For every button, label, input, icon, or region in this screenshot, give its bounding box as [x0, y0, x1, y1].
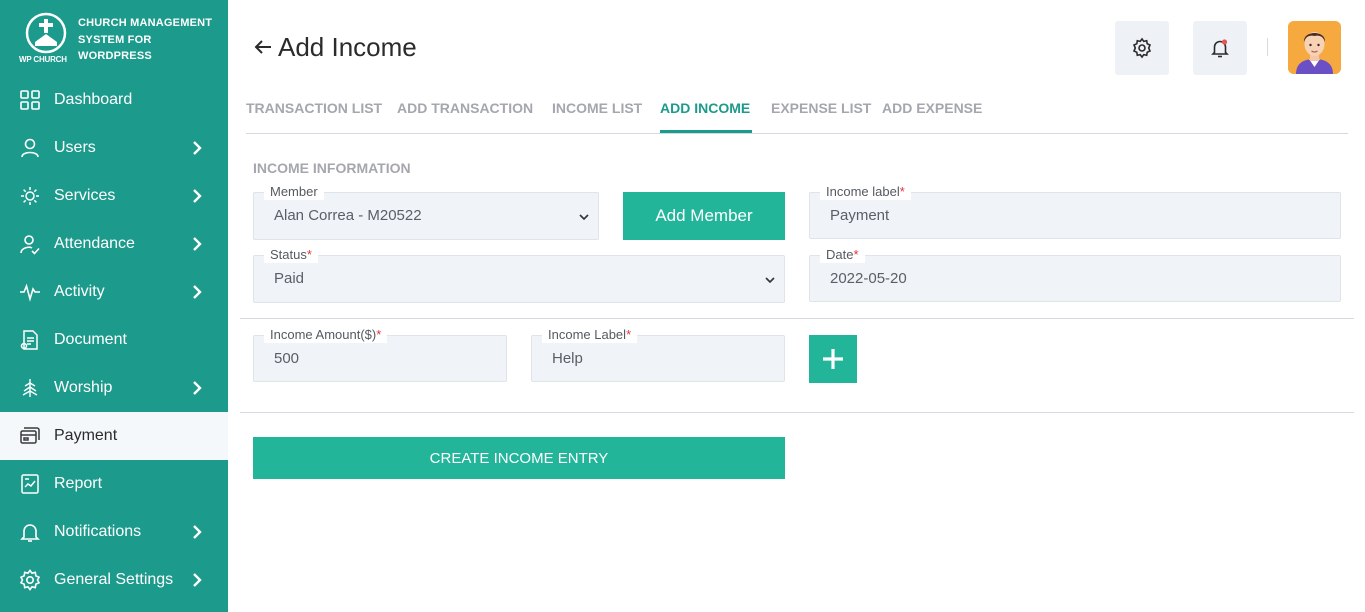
sidebar-item-users[interactable]: Users — [0, 124, 228, 172]
bell-icon — [1211, 39, 1229, 58]
date-value: 2022-05-20 — [830, 270, 907, 287]
tab-income-list[interactable]: INCOME LIST — [552, 100, 642, 116]
sidebar-item-report[interactable]: Report — [0, 460, 228, 508]
activity-icon — [19, 281, 41, 303]
bell-icon — [19, 521, 41, 543]
tab-add-expense[interactable]: ADD EXPENSE — [882, 100, 982, 116]
member-select[interactable]: Member Alan Correa - M20522 — [253, 184, 599, 240]
date-label: Date* — [820, 247, 865, 263]
create-income-entry-button[interactable]: CREATE INCOME ENTRY — [253, 437, 785, 479]
divider — [240, 318, 1354, 319]
chevron-right-icon — [189, 284, 205, 300]
chevron-right-icon — [189, 380, 205, 396]
sidebar-item-label: Services — [54, 187, 116, 204]
sidebar-item-label: Dashboard — [54, 91, 133, 108]
sidebar-item-label: Document — [54, 331, 127, 348]
chevron-right-icon — [189, 140, 205, 156]
date-field[interactable]: Date* 2022-05-20 — [809, 247, 1341, 302]
sidebar-item-label: Notifications — [54, 523, 142, 540]
worship-icon — [19, 377, 41, 399]
add-row-button[interactable] — [809, 335, 857, 383]
brand-logo-text: WP CHURCH — [19, 55, 67, 64]
user-icon — [19, 137, 41, 159]
app-root: WP CHURCH CHURCH MANAGEMENT SYSTEM FOR W… — [0, 0, 1365, 612]
settings-button[interactable] — [1115, 21, 1169, 75]
sidebar-item-label: Worship — [54, 379, 113, 396]
sidebar-item-general-settings[interactable]: General Settings — [0, 556, 228, 604]
member-label: Member — [264, 184, 324, 200]
tab-add-transaction[interactable]: ADD TRANSACTION — [397, 100, 533, 116]
sidebar-item-payment[interactable]: Payment — [0, 412, 228, 460]
services-icon — [19, 185, 41, 207]
chevron-right-icon — [189, 236, 205, 252]
income-item-label-value: Help — [552, 350, 583, 367]
chevron-right-icon — [189, 188, 205, 204]
user-avatar-icon — [1288, 21, 1341, 74]
sidebar: WP CHURCH CHURCH MANAGEMENT SYSTEM FOR W… — [0, 0, 228, 612]
active-tab-indicator — [660, 130, 752, 133]
sidebar-item-label: General Settings — [54, 571, 174, 588]
sidebar-item-label: Report — [54, 475, 103, 492]
status-select[interactable]: Status* Paid — [253, 247, 785, 303]
avatar[interactable] — [1288, 21, 1341, 74]
plus-icon — [823, 349, 843, 369]
attendance-icon — [19, 233, 41, 255]
page-title[interactable]: Add Income — [252, 30, 417, 64]
notifications-button[interactable] — [1193, 21, 1247, 75]
sidebar-item-services[interactable]: Services — [0, 172, 228, 220]
report-icon — [19, 473, 41, 495]
divider — [240, 412, 1354, 413]
member-value: Alan Correa - M20522 — [274, 207, 422, 224]
tab-add-income[interactable]: ADD INCOME — [660, 100, 750, 116]
chevron-right-icon — [189, 524, 205, 540]
sidebar-item-label: Payment — [54, 427, 118, 444]
grid-icon — [19, 89, 41, 111]
income-label-field[interactable]: Income label* Payment — [809, 184, 1341, 239]
income-item-label-label: Income Label* — [542, 327, 638, 343]
income-label-value: Payment — [830, 207, 890, 224]
income-label-label: Income label* — [820, 184, 911, 200]
sidebar-item-dashboard[interactable]: Dashboard — [0, 76, 228, 124]
sidebar-item-document[interactable]: Document — [0, 316, 228, 364]
chevron-down-icon — [765, 277, 775, 284]
payment-icon — [19, 425, 41, 447]
sidebar-item-label: Attendance — [54, 235, 135, 252]
status-value: Paid — [274, 270, 305, 287]
section-title: INCOME INFORMATION — [253, 160, 411, 176]
sidebar-item-attendance[interactable]: Attendance — [0, 220, 228, 268]
income-amount-value: 500 — [274, 350, 300, 367]
sidebar-item-activity[interactable]: Activity — [0, 268, 228, 316]
sidebar-nav: Dashboard Users Services Attendance Acti… — [0, 76, 228, 604]
income-amount-field[interactable]: Income Amount($)* 500 — [253, 327, 507, 382]
tab-expense-list[interactable]: EXPENSE LIST — [771, 100, 871, 116]
sidebar-item-label: Activity — [54, 283, 105, 300]
tabs-bar: TRANSACTION LIST ADD TRANSACTION INCOME … — [246, 96, 1348, 134]
tab-transaction-list[interactable]: TRANSACTION LIST — [246, 100, 382, 116]
chevron-down-icon — [579, 214, 589, 221]
gear-icon — [1132, 37, 1152, 59]
brand[interactable]: WP CHURCH CHURCH MANAGEMENT SYSTEM FOR W… — [0, 0, 228, 76]
status-label: Status* — [264, 247, 318, 263]
income-amount-label: Income Amount($)* — [264, 327, 388, 343]
add-member-button[interactable]: Add Member — [623, 192, 785, 240]
header-divider — [1267, 38, 1268, 56]
sidebar-item-worship[interactable]: Worship — [0, 364, 228, 412]
gear-icon — [19, 569, 41, 591]
brand-title: CHURCH MANAGEMENT SYSTEM FOR WORDPRESS — [78, 17, 213, 62]
sidebar-item-label: Users — [54, 139, 96, 156]
sidebar-item-notifications[interactable]: Notifications — [0, 508, 228, 556]
chevron-right-icon — [189, 572, 205, 588]
arrow-left-icon — [254, 40, 271, 54]
document-icon — [19, 329, 41, 351]
income-item-label-field[interactable]: Income Label* Help — [531, 327, 785, 382]
page-title-text: Add Income — [278, 31, 417, 62]
